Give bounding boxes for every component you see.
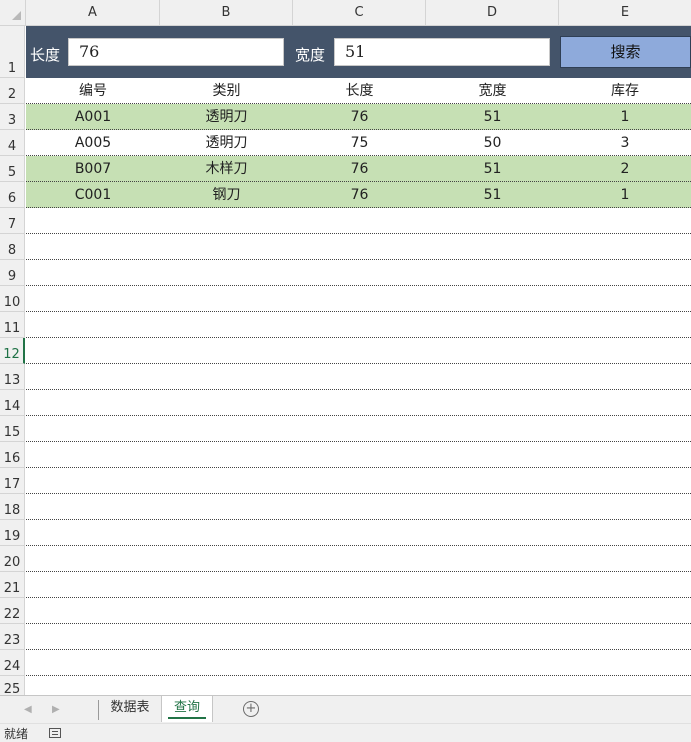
row-header-4[interactable]: 4	[0, 130, 25, 156]
active-tab-underline	[168, 717, 206, 719]
sheet-tab-bar: ◀ ▶ 数据表 查询 +	[0, 695, 691, 724]
row-header-6[interactable]: 6	[0, 182, 25, 208]
empty-row[interactable]	[26, 416, 691, 442]
empty-row[interactable]	[26, 312, 691, 338]
column-header-d[interactable]: D	[426, 0, 559, 25]
empty-row[interactable]	[26, 546, 691, 572]
select-all-triangle-icon	[12, 11, 21, 20]
empty-row[interactable]	[26, 260, 691, 286]
empty-row[interactable]	[26, 208, 691, 234]
cell-length[interactable]: 75	[293, 130, 426, 155]
empty-row[interactable]	[26, 624, 691, 650]
header-category[interactable]: 类别	[160, 78, 293, 103]
header-code[interactable]: 编号	[26, 78, 160, 103]
header-stock[interactable]: 库存	[559, 78, 691, 103]
row-header-24[interactable]: 24	[0, 650, 25, 676]
row-header-17[interactable]: 17	[0, 468, 25, 494]
row-header-10[interactable]: 10	[0, 286, 25, 312]
select-all-corner[interactable]	[0, 0, 26, 25]
header-length[interactable]: 长度	[293, 78, 426, 103]
row-header-3[interactable]: 3	[0, 104, 25, 130]
cell-code[interactable]: C001	[26, 182, 160, 207]
empty-row[interactable]	[26, 468, 691, 494]
cell-length[interactable]: 76	[293, 182, 426, 207]
sheet-tab-query-label: 查询	[173, 700, 200, 715]
cell-stock[interactable]: 2	[559, 156, 691, 181]
empty-row[interactable]	[26, 442, 691, 468]
row-header-20[interactable]: 20	[0, 546, 25, 572]
row-header-9[interactable]: 9	[0, 260, 25, 286]
cell-length[interactable]: 76	[293, 156, 426, 181]
empty-row[interactable]	[26, 364, 691, 390]
cell-width[interactable]: 51	[426, 156, 559, 181]
cell-category[interactable]: 透明刀	[160, 130, 293, 155]
width-label: 宽度	[295, 46, 326, 64]
row-header-12-active[interactable]: 12	[0, 338, 25, 364]
row-header-16[interactable]: 16	[0, 442, 25, 468]
cell-width[interactable]: 51	[426, 182, 559, 207]
sheet-tab-query[interactable]: 查询	[161, 696, 213, 722]
table-row: A005 透明刀 75 50 3	[26, 130, 691, 156]
table-header-row: 编号 类别 长度 宽度 库存	[26, 78, 691, 104]
empty-row[interactable]	[26, 286, 691, 312]
column-header-b[interactable]: B	[160, 0, 293, 25]
empty-row[interactable]	[26, 494, 691, 520]
row-header-1[interactable]: 1	[0, 26, 25, 78]
cell-stock[interactable]: 1	[559, 182, 691, 207]
row-header-13[interactable]: 13	[0, 364, 25, 390]
cell-category[interactable]: 钢刀	[160, 182, 293, 207]
status-ready-text: 就绪	[4, 727, 29, 741]
header-width[interactable]: 宽度	[426, 78, 559, 103]
record-macro-icon[interactable]	[49, 728, 61, 738]
cell-code[interactable]: B007	[26, 156, 160, 181]
cell-width[interactable]: 50	[426, 130, 559, 155]
row-header-8[interactable]: 8	[0, 234, 25, 260]
row-header-21[interactable]: 21	[0, 572, 25, 598]
row-header-23[interactable]: 23	[0, 624, 25, 650]
row-header-15[interactable]: 15	[0, 416, 25, 442]
row-header-14[interactable]: 14	[0, 390, 25, 416]
length-label: 长度	[30, 46, 61, 64]
cell-stock[interactable]: 1	[559, 104, 691, 129]
status-bar: 就绪	[0, 723, 691, 742]
search-button[interactable]: 搜索	[560, 36, 691, 68]
row-header-2[interactable]: 2	[0, 78, 25, 104]
empty-row[interactable]	[26, 650, 691, 676]
column-header-a[interactable]: A	[26, 0, 160, 25]
cell-category[interactable]: 透明刀	[160, 104, 293, 129]
empty-row[interactable]	[26, 234, 691, 260]
empty-row[interactable]	[26, 390, 691, 416]
scroll-tabs-right-icon[interactable]: ▶	[52, 704, 60, 715]
table-row: A001 透明刀 76 51 1	[26, 104, 691, 130]
cell-category[interactable]: 木样刀	[160, 156, 293, 181]
row-header-22[interactable]: 22	[0, 598, 25, 624]
table-row: B007 木样刀 76 51 2	[26, 156, 691, 182]
row-header-18[interactable]: 18	[0, 494, 25, 520]
row-header-19[interactable]: 19	[0, 520, 25, 546]
row-header-5[interactable]: 5	[0, 156, 25, 182]
cell-stock[interactable]: 3	[559, 130, 691, 155]
row-header-7[interactable]: 7	[0, 208, 25, 234]
sheet-tab-data[interactable]: 数据表	[100, 696, 160, 722]
cell-code[interactable]: A005	[26, 130, 160, 155]
row-header-25[interactable]: 25	[0, 676, 25, 695]
tab-separator	[98, 700, 99, 720]
length-input[interactable]: 76	[68, 38, 284, 66]
column-header-c[interactable]: C	[293, 0, 426, 25]
cell-width[interactable]: 51	[426, 104, 559, 129]
empty-row[interactable]	[26, 598, 691, 624]
table-row: C001 钢刀 76 51 1	[26, 182, 691, 208]
row-header-11[interactable]: 11	[0, 312, 25, 338]
empty-row[interactable]	[26, 520, 691, 546]
empty-row[interactable]	[26, 572, 691, 598]
width-input[interactable]: 51	[334, 38, 550, 66]
cell-length[interactable]: 76	[293, 104, 426, 129]
column-header-bar: A B C D E	[0, 0, 691, 26]
cell-code[interactable]: A001	[26, 104, 160, 129]
add-sheet-plus-circle-icon[interactable]: +	[243, 701, 259, 717]
search-panel: 长度 76 宽度 51 搜索	[26, 26, 691, 78]
scroll-tabs-left-icon[interactable]: ◀	[24, 704, 32, 715]
empty-row[interactable]	[26, 338, 691, 364]
column-header-e[interactable]: E	[559, 0, 691, 25]
